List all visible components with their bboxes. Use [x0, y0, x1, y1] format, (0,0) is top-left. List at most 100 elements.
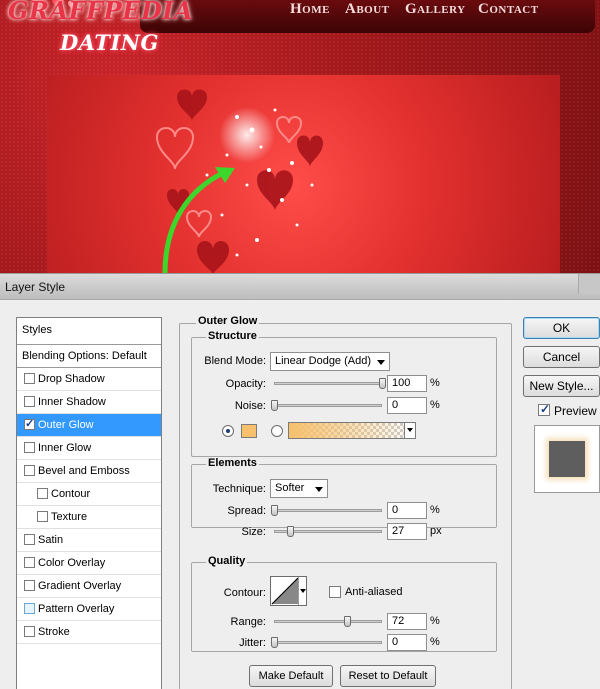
inner-shadow-checkbox[interactable]: [24, 396, 35, 407]
contour-picker[interactable]: [270, 576, 307, 606]
blend-mode-value: Linear Dodge (Add): [275, 355, 372, 367]
ok-button[interactable]: OK: [523, 317, 600, 339]
effect-satin[interactable]: Satin: [17, 529, 161, 552]
solid-color-radio[interactable]: [222, 425, 234, 437]
pattern-overlay-checkbox[interactable]: [24, 603, 35, 614]
blend-mode-select[interactable]: Linear Dodge (Add): [270, 352, 390, 371]
make-default-button[interactable]: Make Default: [249, 665, 333, 687]
gradient-overlay-checkbox[interactable]: [24, 580, 35, 591]
range-label: Range:: [230, 616, 266, 628]
opacity-input[interactable]: 100: [387, 375, 427, 392]
technique-label: Technique:: [212, 483, 266, 495]
chevron-down-icon[interactable]: [298, 577, 306, 605]
effect-inner-shadow[interactable]: Inner Shadow: [17, 391, 161, 414]
range-input[interactable]: 72: [387, 613, 427, 630]
elements-title: Elements: [206, 457, 259, 469]
logo-text-bottom: DATING: [60, 30, 159, 55]
effect-outer-glow[interactable]: Outer Glow: [17, 414, 161, 437]
stroke-checkbox[interactable]: [24, 626, 35, 637]
effect-texture[interactable]: Texture: [17, 506, 161, 529]
glow-gradient-picker[interactable]: [288, 422, 416, 439]
jitter-slider[interactable]: [271, 637, 382, 648]
noise-label: Noise:: [234, 400, 266, 412]
opacity-unit: %: [430, 377, 440, 389]
jitter-input[interactable]: 0: [387, 634, 427, 651]
hearts-banner-image: [47, 75, 560, 275]
nav-about-link[interactable]: About: [345, 1, 390, 18]
close-button[interactable]: [578, 274, 600, 294]
effect-label: Drop Shadow: [38, 373, 105, 385]
dialog-titlebar[interactable]: Layer Style: [0, 274, 600, 300]
nav-home-link[interactable]: Home: [290, 1, 330, 18]
anti-aliased-label: Anti-aliased: [345, 586, 403, 598]
cancel-button[interactable]: Cancel: [523, 346, 600, 368]
effect-label: Contour: [51, 488, 91, 500]
nav-contact-link[interactable]: Contact: [478, 1, 539, 18]
opacity-slider[interactable]: [274, 378, 386, 389]
effect-stroke[interactable]: Stroke: [17, 621, 161, 644]
contour-checkbox[interactable]: [37, 488, 48, 499]
effect-label: Color Overlay: [38, 557, 106, 569]
opacity-label: Opacity:: [225, 378, 266, 390]
chevron-down-icon[interactable]: [404, 423, 415, 438]
noise-unit: %: [430, 399, 440, 411]
effect-drop-shadow[interactable]: Drop Shadow: [17, 368, 161, 391]
hearts-illustration: [155, 89, 323, 275]
styles-list: Styles Blending Options: Default Drop Sh…: [16, 317, 162, 689]
effect-label: Pattern Overlay: [38, 603, 115, 615]
technique-select[interactable]: Softer: [270, 479, 328, 498]
noise-slider-thumb[interactable]: [271, 400, 278, 411]
drop-shadow-checkbox[interactable]: [24, 373, 35, 384]
blending-options-item[interactable]: Blending Options: Default: [17, 345, 161, 368]
new-style-button[interactable]: New Style...: [523, 375, 600, 397]
effect-label: Inner Shadow: [38, 396, 106, 408]
spread-slider[interactable]: [271, 505, 382, 516]
spread-slider-thumb[interactable]: [271, 505, 278, 516]
chevron-down-icon: [377, 360, 385, 365]
preview-checkbox[interactable]: [538, 402, 550, 416]
range-slider[interactable]: [274, 616, 382, 627]
range-slider-thumb[interactable]: [344, 616, 352, 627]
effect-inner-glow[interactable]: Inner Glow: [17, 437, 161, 460]
anti-aliased-checkbox[interactable]: [329, 586, 341, 598]
texture-checkbox[interactable]: [37, 511, 48, 522]
slider-track: [274, 641, 382, 644]
effect-label: Gradient Overlay: [38, 580, 122, 592]
effect-color-overlay[interactable]: Color Overlay: [17, 552, 161, 575]
spread-label: Spread:: [227, 505, 266, 517]
size-input[interactable]: 27: [387, 523, 427, 540]
inner-glow-checkbox[interactable]: [24, 442, 35, 453]
satin-checkbox[interactable]: [24, 534, 35, 545]
logo-text-top: GRAFFPEDIA: [8, 0, 194, 25]
effect-label: Bevel and Emboss: [38, 465, 130, 477]
effect-contour[interactable]: Contour: [17, 483, 161, 506]
effect-label: Texture: [51, 511, 88, 523]
nav-gallery-link[interactable]: Gallery: [405, 1, 466, 18]
outer-glow-checkbox[interactable]: [24, 417, 35, 430]
styles-header[interactable]: Styles: [17, 318, 161, 345]
bevel-emboss-checkbox[interactable]: [24, 465, 35, 476]
size-slider-thumb[interactable]: [287, 526, 295, 537]
jitter-label: Jitter:: [239, 637, 266, 649]
effect-label: Outer Glow: [38, 419, 94, 431]
glow-color-swatch[interactable]: [241, 424, 257, 438]
opacity-slider-thumb[interactable]: [379, 378, 386, 389]
spread-input[interactable]: 0: [387, 502, 427, 519]
layer-style-dialog: Layer Style Styles Blending Options: Def…: [0, 273, 600, 689]
effect-gradient-overlay[interactable]: Gradient Overlay: [17, 575, 161, 598]
effect-pattern-overlay[interactable]: Pattern Overlay: [17, 598, 161, 621]
site-logo[interactable]: GRAFFPEDIA DATING: [8, 0, 193, 66]
preview-swatch: [549, 441, 585, 477]
size-slider[interactable]: [274, 526, 382, 537]
preview-label: Preview: [554, 404, 597, 418]
color-overlay-checkbox[interactable]: [24, 557, 35, 568]
noise-slider[interactable]: [271, 400, 382, 411]
jitter-slider-thumb[interactable]: [271, 637, 278, 648]
effect-bevel-emboss[interactable]: Bevel and Emboss: [17, 460, 161, 483]
reset-to-default-button[interactable]: Reset to Default: [340, 665, 436, 687]
slider-track: [274, 404, 382, 407]
noise-input[interactable]: 0: [387, 397, 427, 414]
gradient-radio[interactable]: [271, 425, 283, 437]
style-preview-thumbnail: [534, 425, 600, 493]
slider-track: [274, 509, 382, 512]
